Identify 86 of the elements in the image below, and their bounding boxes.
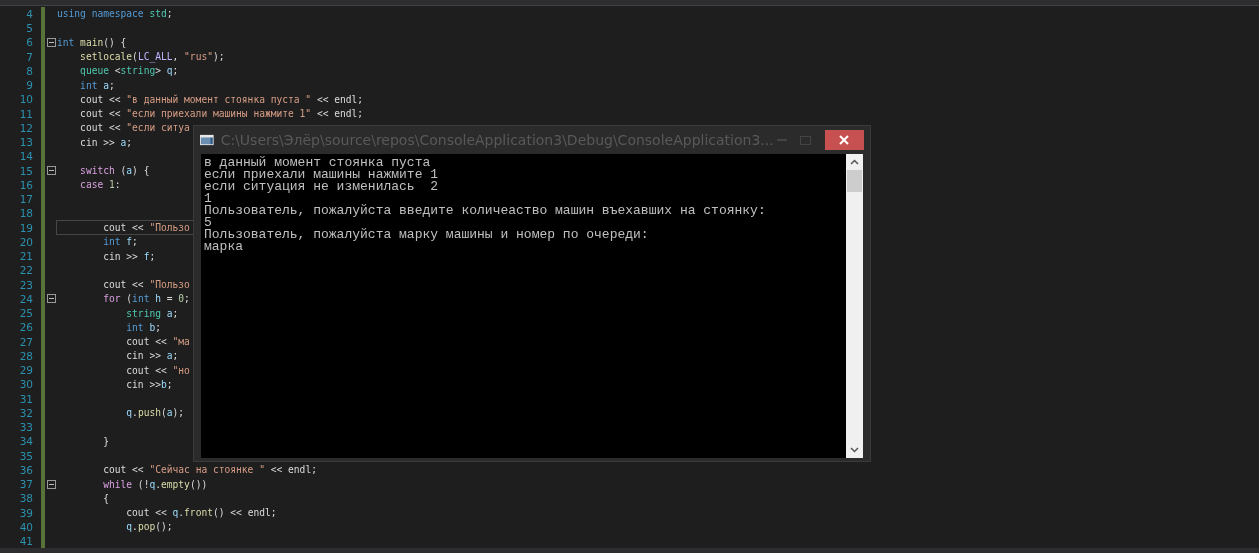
scrollbar[interactable] xyxy=(846,154,863,458)
line-number: 31 xyxy=(18,391,33,406)
close-icon xyxy=(839,135,850,145)
line-number: 10 xyxy=(18,92,33,107)
scroll-up-icon[interactable] xyxy=(850,159,859,165)
code-line: cin >> f; xyxy=(102,249,156,263)
code-line: queue <string> q; xyxy=(79,64,179,78)
code-line: cout << "но xyxy=(125,363,190,377)
console-text: если приехали машины нажмите 1 xyxy=(204,169,439,181)
code-line: q.push(a); xyxy=(125,406,185,420)
code-line: q.pop(); xyxy=(125,520,173,534)
code-line: cout << "ма xyxy=(125,335,190,349)
code-line: case 1: xyxy=(79,178,121,192)
collapse-icon[interactable] xyxy=(46,479,56,489)
code-line: using namespace std; xyxy=(57,7,173,21)
console-text: Пользователь, пожалуйста введите количеаство машин въехавших на стоянку: xyxy=(204,205,766,217)
line-number: 32 xyxy=(18,405,33,420)
line-number: 12 xyxy=(18,120,33,135)
line-number: 34 xyxy=(18,434,33,449)
collapse-icon[interactable] xyxy=(46,166,56,176)
code-line: for (int h = 0; xyxy=(102,292,190,306)
collapse-icon[interactable] xyxy=(46,37,56,47)
code-line: setlocale(LC_ALL, "rus"); xyxy=(79,50,225,64)
code-line: cin >>b; xyxy=(125,377,173,391)
code-line: { xyxy=(102,491,109,505)
line-number: 8 xyxy=(25,63,33,78)
code-line: cout << "если приехали машины нажмите 1" << endl; xyxy=(79,107,364,121)
code-line: int a; xyxy=(79,78,115,92)
line-number: 7 xyxy=(25,49,33,64)
line-number: 22 xyxy=(18,263,33,278)
console-text: Пользователь, пожалуйста марку машины и номер по очереди: xyxy=(204,229,649,241)
code-line: cin >> a; xyxy=(125,349,179,363)
line-number: 15 xyxy=(18,163,33,178)
line-number: 23 xyxy=(18,277,33,292)
code-line: cin >> a; xyxy=(79,135,133,149)
line-number: 41 xyxy=(18,534,33,549)
line-number: 9 xyxy=(25,78,33,93)
line-number: 14 xyxy=(18,149,33,164)
line-number: 6 xyxy=(25,35,33,50)
console-app-icon xyxy=(200,134,214,146)
line-number: 39 xyxy=(18,505,33,520)
maximize-icon xyxy=(800,135,812,145)
line-number: 16 xyxy=(18,177,33,192)
line-number: 20 xyxy=(18,234,33,249)
code-line: cout << "Пользо xyxy=(102,278,190,292)
code-line: string a; xyxy=(125,306,179,320)
line-number: 19 xyxy=(18,220,33,235)
line-number: 13 xyxy=(18,135,33,150)
line-number: 21 xyxy=(18,249,33,264)
code-line: cout << "Сейчас на стоянке " << endl; xyxy=(102,463,317,477)
code-line: } xyxy=(102,434,109,448)
console-text: в данный момент стоянка пуста xyxy=(204,157,431,169)
line-number: 29 xyxy=(18,363,33,378)
code-line: cout << q.front() << endl; xyxy=(125,506,277,520)
console-text: 5 xyxy=(204,217,212,229)
line-number: 35 xyxy=(18,448,33,463)
line-number: 5 xyxy=(25,21,33,36)
scroll-thumb[interactable] xyxy=(847,170,862,192)
line-number: 18 xyxy=(18,206,33,221)
line-number: 28 xyxy=(18,348,33,363)
code-line: int main() { xyxy=(57,35,127,49)
console-text: марка xyxy=(204,241,243,253)
code-line: int b; xyxy=(125,320,161,334)
line-number: 30 xyxy=(18,377,33,392)
code-line: cout << "если ситуа xyxy=(79,121,190,135)
line-number: 27 xyxy=(18,334,33,349)
line-number: 40 xyxy=(18,519,33,534)
line-number: 26 xyxy=(18,320,33,335)
line-number: 11 xyxy=(18,106,33,121)
line-number: 38 xyxy=(18,491,33,506)
line-number: 4 xyxy=(25,6,33,21)
code-line: while (!q.empty()) xyxy=(102,477,208,491)
line-number: 33 xyxy=(18,420,33,435)
console-text: если ситуация не изменилась 2 xyxy=(204,181,439,193)
line-number: 36 xyxy=(18,462,33,477)
line-number: 25 xyxy=(18,306,33,321)
line-number: 37 xyxy=(18,477,33,492)
line-number: 17 xyxy=(18,192,33,207)
code-line: switch (a) { xyxy=(79,164,150,178)
code-line: int f; xyxy=(102,235,138,249)
scroll-down-icon[interactable] xyxy=(850,447,859,453)
line-number: 24 xyxy=(18,291,33,306)
code-line: cout << "в данный момент стоянка пуста " << endl; xyxy=(79,92,364,106)
close-button[interactable] xyxy=(824,130,864,150)
collapse-icon[interactable] xyxy=(46,294,56,304)
console-text: 1 xyxy=(204,193,212,205)
